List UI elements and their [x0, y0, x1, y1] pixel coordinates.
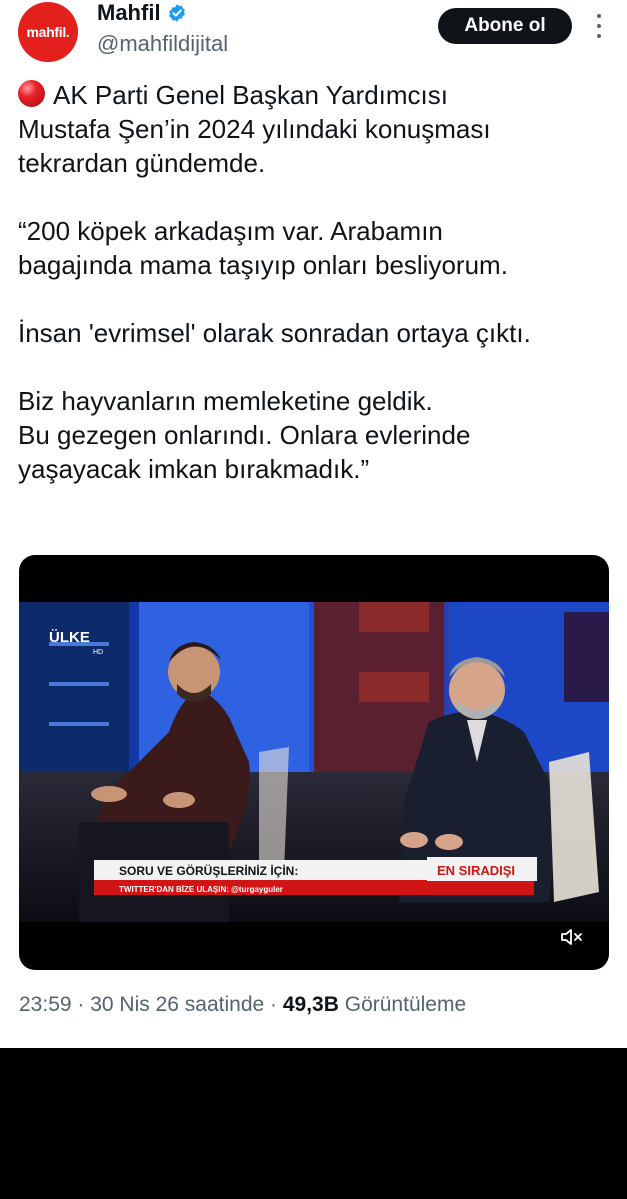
- lower-third-sub: TWITTER'DAN BİZE ULAŞIN: @turgayguler: [119, 885, 283, 894]
- tweet-line: yaşayacak imkan bırakmadık.”: [18, 454, 370, 484]
- display-name[interactable]: Mahfil: [97, 0, 161, 26]
- tweet-line: İnsan 'evrimsel' olarak sonradan ortaya …: [18, 318, 531, 348]
- separator: ·: [71, 993, 91, 1016]
- view-count-label: Görüntüleme: [338, 993, 467, 1016]
- video-frame[interactable]: ÜLKE HD SORU VE GÖRÜŞLERİNİZ İÇİN: TWITT…: [19, 602, 609, 922]
- avatar-text: mahfil.: [26, 24, 70, 40]
- verified-badge-icon: [168, 4, 185, 22]
- channel-logo-sub: HD: [93, 649, 103, 656]
- tweet-time[interactable]: 23:59: [19, 993, 72, 1016]
- speaker-muted-icon[interactable]: [560, 927, 584, 947]
- tweet-line: tekrardan gündemde.: [18, 148, 266, 178]
- tweet-line: bagajında mama taşıyıp onları besliyorum…: [18, 250, 508, 280]
- tweet-date[interactable]: 30 Nis 26 saatinde: [90, 993, 264, 1016]
- tweet-line: AK Parti Genel Başkan Yardımcısı: [18, 78, 613, 112]
- tweet-line: Biz hayvanların memleketine geldik.: [18, 386, 433, 416]
- display-name-row[interactable]: Mahfil: [97, 0, 187, 26]
- red-circle-icon: [18, 80, 45, 107]
- user-handle[interactable]: @mahfildijital: [97, 31, 228, 57]
- tweet-meta: 23:59 · 30 Nis 26 saatinde · 49,3B Görün…: [19, 993, 466, 1017]
- program-tag: EN SIRADIŞI: [437, 863, 515, 878]
- tweet-text: AK Parti Genel Başkan Yardımcısı Mustafa…: [18, 78, 613, 486]
- view-count: 49,3B: [282, 993, 339, 1016]
- lower-third-title: SORU VE GÖRÜŞLERİNİZ İÇİN:: [119, 863, 298, 878]
- more-options-icon[interactable]: [589, 14, 609, 38]
- tweet-line: Bu gezegen onlarındı. Onlara evlerinde: [18, 420, 471, 450]
- tweet-line: Mustafa Şen’in 2024 yılındaki konuşması: [18, 114, 491, 144]
- tweet-line: “200 köpek arkadaşım var. Arabamın: [18, 216, 443, 246]
- follow-button[interactable]: Abone ol: [438, 8, 572, 44]
- video-player[interactable]: ÜLKE HD SORU VE GÖRÜŞLERİNİZ İÇİN: TWITT…: [19, 555, 609, 970]
- separator: ·: [264, 993, 283, 1016]
- avatar[interactable]: mahfil.: [18, 2, 78, 62]
- channel-logo: ÜLKE: [49, 629, 90, 646]
- tweet-card: mahfil. Mahfil @mahfildijital Abone ol A…: [0, 0, 627, 1048]
